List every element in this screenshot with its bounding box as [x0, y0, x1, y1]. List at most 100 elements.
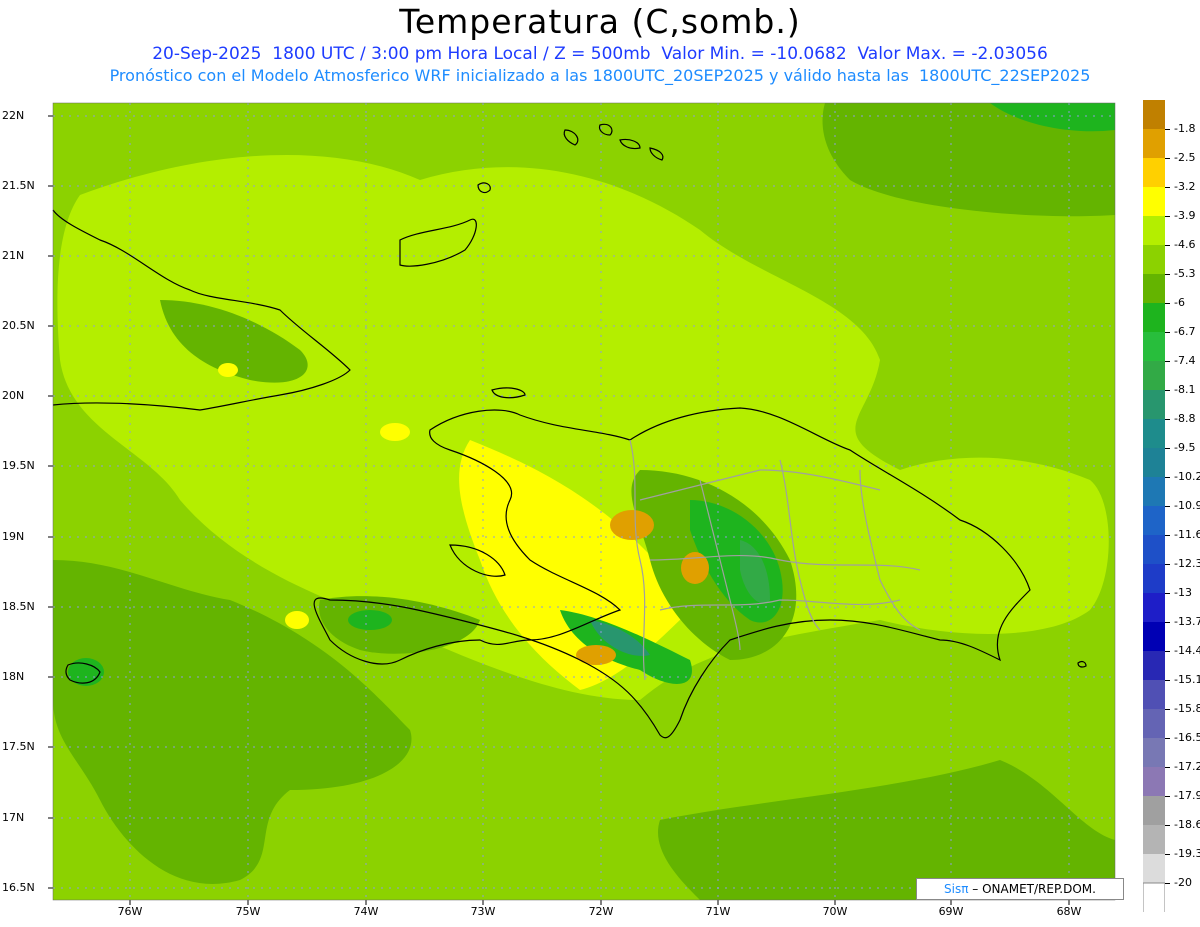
- colorbar-label: -12.3: [1174, 557, 1200, 570]
- colorbar-tick: [1165, 622, 1170, 623]
- colorbar-tick: [1165, 738, 1170, 739]
- colorbar-tick: [1165, 158, 1170, 159]
- colorbar-label: -10.9: [1174, 499, 1200, 512]
- forecast-map: [48, 102, 1116, 905]
- colorbar-tick: [1165, 796, 1170, 797]
- colorbar-label: -4.6: [1174, 238, 1196, 251]
- colorbar-swatch: [1143, 825, 1165, 855]
- colorbar-tick: [1165, 651, 1170, 652]
- colorbar-label: -6.7: [1174, 325, 1196, 338]
- lat-label: 22N: [2, 109, 25, 122]
- lon-label: 75W: [235, 905, 261, 918]
- credit-box: Sisπ – ONAMET/REP.DOM.: [916, 878, 1124, 900]
- colorbar-swatch: [1143, 477, 1165, 507]
- lon-label: 76W: [117, 905, 143, 918]
- colorbar-swatch: [1143, 535, 1165, 565]
- colorbar-tick: [1165, 361, 1170, 362]
- lon-label: 73W: [470, 905, 496, 918]
- colorbar-swatch: [1143, 506, 1165, 536]
- colorbar-swatch: [1143, 882, 1165, 912]
- colorbar-swatch: [1143, 680, 1165, 710]
- colorbar: [1143, 100, 1165, 912]
- colorbar-label: -18.6: [1174, 818, 1200, 831]
- colorbar-swatch: [1143, 448, 1165, 478]
- colorbar-label: -5.3: [1174, 267, 1196, 280]
- colorbar-tick: [1165, 245, 1170, 246]
- colorbar-swatch: [1143, 129, 1165, 159]
- colorbar-tick: [1165, 883, 1170, 884]
- sispi-logo: Sisπ: [944, 882, 969, 896]
- band-warm-spot-1: [610, 510, 654, 540]
- lon-label: 69W: [938, 905, 964, 918]
- colorbar-swatch: [1143, 651, 1165, 681]
- colorbar-swatch: [1143, 303, 1165, 333]
- colorbar-tick: [1165, 332, 1170, 333]
- lat-label: 19N: [2, 530, 25, 543]
- colorbar-label: -15.1: [1174, 673, 1200, 686]
- colorbar-tick: [1165, 216, 1170, 217]
- colorbar-swatch: [1143, 709, 1165, 739]
- colorbar-label: -17.9: [1174, 789, 1200, 802]
- colorbar-tick: [1165, 187, 1170, 188]
- colorbar-tick: [1165, 390, 1170, 391]
- colorbar-swatch: [1143, 361, 1165, 391]
- lon-label: 68W: [1056, 905, 1082, 918]
- colorbar-tick: [1165, 593, 1170, 594]
- colorbar-label: -3.2: [1174, 180, 1196, 193]
- colorbar-label: -13.7: [1174, 615, 1200, 628]
- lon-label: 74W: [353, 905, 379, 918]
- colorbar-label: -6: [1174, 296, 1185, 309]
- band-warm-spot-3: [576, 645, 616, 665]
- colorbar-swatch: [1143, 593, 1165, 623]
- colorbar-label: -19.3: [1174, 847, 1200, 860]
- lat-label: 18N: [2, 670, 25, 683]
- colorbar-swatch: [1143, 216, 1165, 246]
- colorbar-label: -13: [1174, 586, 1192, 599]
- colorbar-tick: [1165, 680, 1170, 681]
- colorbar-swatch: [1143, 796, 1165, 826]
- lat-label: 20N: [2, 389, 25, 402]
- colorbar-swatch: [1143, 158, 1165, 188]
- colorbar-tick: [1165, 767, 1170, 768]
- colorbar-tick: [1165, 477, 1170, 478]
- band-warm-spot-5: [285, 611, 309, 629]
- lon-label: 70W: [822, 905, 848, 918]
- colorbar-label: -16.5: [1174, 731, 1200, 744]
- colorbar-tick: [1165, 564, 1170, 565]
- colorbar-swatch: [1143, 622, 1165, 652]
- lat-label: 21N: [2, 249, 25, 262]
- colorbar-swatch: [1143, 390, 1165, 420]
- colorbar-label: -9.5: [1174, 441, 1196, 454]
- colorbar-tick: [1165, 535, 1170, 536]
- colorbar-tick: [1165, 274, 1170, 275]
- colorbar-tick: [1165, 129, 1170, 130]
- colorbar-label: -14.4: [1174, 644, 1200, 657]
- lon-label: 71W: [705, 905, 731, 918]
- credit-text: – ONAMET/REP.DOM.: [968, 882, 1096, 896]
- lat-label: 21.5N: [2, 179, 35, 192]
- colorbar-swatch: [1143, 100, 1165, 130]
- lat-label: 20.5N: [2, 319, 35, 332]
- colorbar-label: -15.8: [1174, 702, 1200, 715]
- colorbar-label: -11.6: [1174, 528, 1200, 541]
- colorbar-label: -7.4: [1174, 354, 1196, 367]
- colorbar-label: -20: [1174, 876, 1192, 889]
- lat-label: 16.5N: [2, 881, 35, 894]
- colorbar-tick: [1165, 303, 1170, 304]
- band-warm-spot-4: [380, 423, 410, 441]
- colorbar-tick: [1165, 709, 1170, 710]
- colorbar-swatch: [1143, 245, 1165, 275]
- colorbar-swatch: [1143, 332, 1165, 362]
- colorbar-tick: [1165, 506, 1170, 507]
- colorbar-swatch: [1143, 767, 1165, 797]
- band-sw-green: [348, 610, 392, 630]
- colorbar-label: -8.1: [1174, 383, 1196, 396]
- colorbar-swatch: [1143, 419, 1165, 449]
- colorbar-tick: [1165, 448, 1170, 449]
- colorbar-swatch: [1143, 738, 1165, 768]
- colorbar-tick: [1165, 854, 1170, 855]
- colorbar-swatch: [1143, 187, 1165, 217]
- colorbar-label: -3.9: [1174, 209, 1196, 222]
- colorbar-label: -17.2: [1174, 760, 1200, 773]
- lat-label: 17.5N: [2, 740, 35, 753]
